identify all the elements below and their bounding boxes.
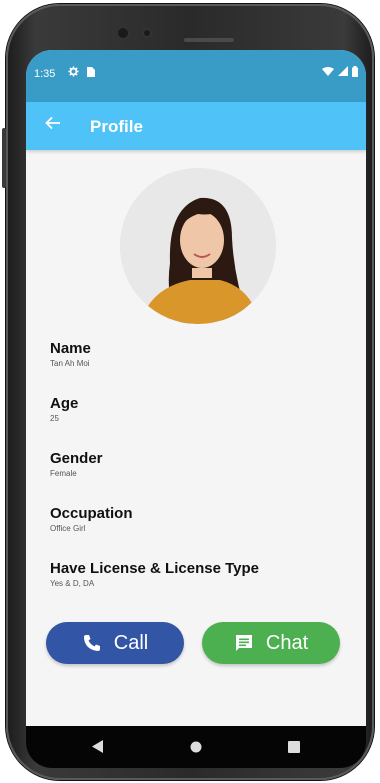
earpiece-speaker bbox=[184, 38, 234, 42]
field-name: Name Tan Ah Moi bbox=[50, 340, 91, 370]
system-nav-bar bbox=[26, 726, 366, 768]
field-age: Age 25 bbox=[50, 395, 78, 425]
field-value: Office Girl bbox=[50, 524, 86, 533]
phone-icon bbox=[82, 633, 102, 653]
proximity-sensor bbox=[144, 30, 150, 36]
status-bar: 1:35 bbox=[26, 50, 366, 102]
settings-icon bbox=[68, 66, 79, 80]
app-screen: 1:35 Profile Name Tan Ah Moi Age 25 Gend… bbox=[26, 50, 366, 726]
field-value: Yes & D, DA bbox=[50, 579, 95, 588]
chat-button[interactable]: Chat bbox=[202, 622, 340, 664]
field-label: Age bbox=[50, 395, 79, 412]
field-label: Occupation bbox=[50, 505, 133, 522]
home-circle-icon[interactable] bbox=[190, 740, 202, 758]
field-label: Name bbox=[50, 340, 91, 357]
field-value: Tan Ah Moi bbox=[50, 359, 90, 368]
call-label: Call bbox=[113, 631, 149, 654]
chat-label: Chat bbox=[265, 631, 309, 654]
app-bar: Profile bbox=[26, 102, 366, 150]
status-time: 1:35 bbox=[34, 68, 56, 80]
field-value: Female bbox=[50, 469, 77, 478]
wifi-icon bbox=[322, 66, 334, 79]
arrow-left-icon[interactable] bbox=[44, 114, 62, 138]
battery-icon bbox=[352, 66, 358, 80]
sim-card-icon bbox=[86, 66, 96, 80]
signal-icon bbox=[338, 66, 348, 79]
field-gender: Gender Female bbox=[50, 450, 103, 480]
field-license: Have License & License Type Yes & D, DA bbox=[50, 560, 259, 590]
field-label: Have License & License Type bbox=[50, 560, 259, 577]
field-label: Gender bbox=[50, 450, 103, 467]
recents-square-icon[interactable] bbox=[288, 740, 300, 758]
field-occupation: Occupation Office Girl bbox=[50, 505, 133, 535]
front-camera bbox=[118, 28, 128, 38]
page-title: Profile bbox=[90, 117, 143, 136]
avatar bbox=[120, 168, 276, 324]
side-button bbox=[2, 128, 6, 188]
call-button[interactable]: Call bbox=[46, 622, 184, 664]
chat-icon bbox=[234, 633, 254, 653]
back-triangle-icon[interactable] bbox=[92, 740, 104, 758]
field-value: 25 bbox=[50, 414, 59, 423]
